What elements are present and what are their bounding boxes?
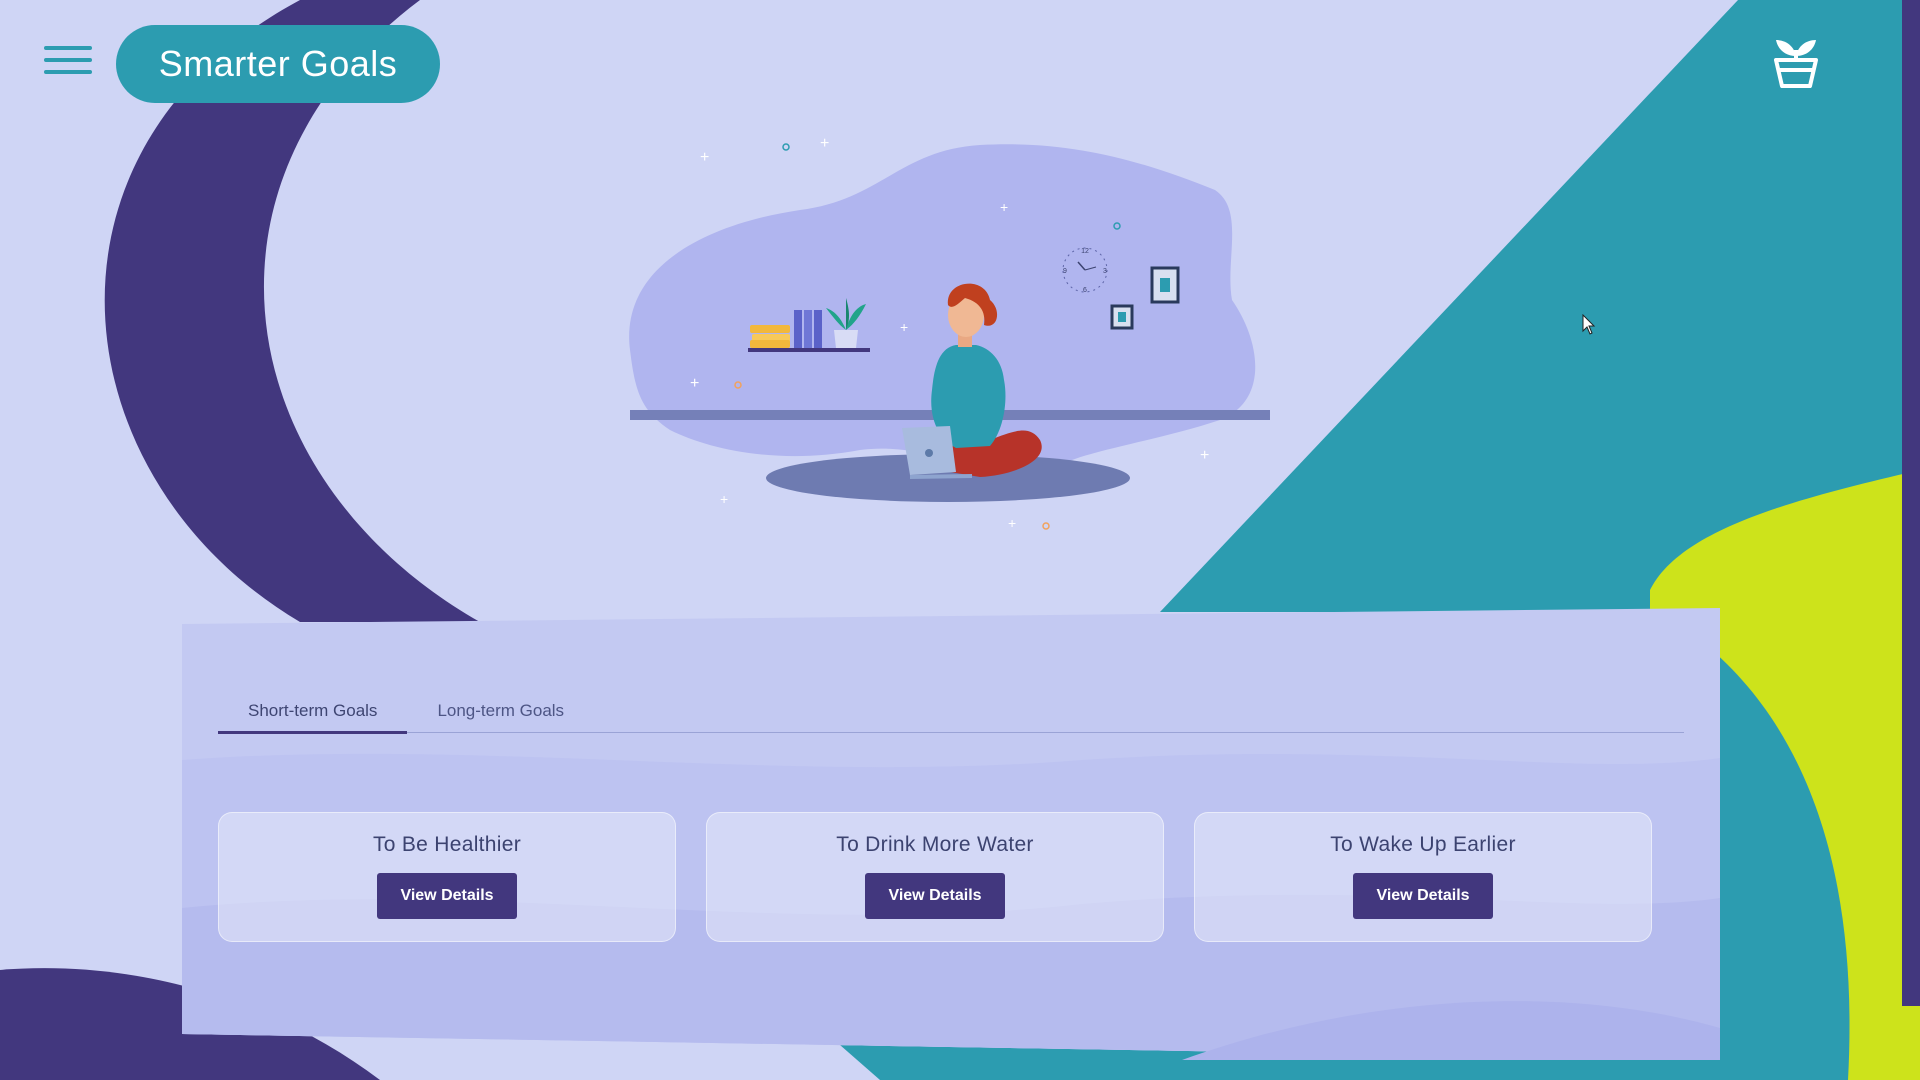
svg-text:+: + (820, 135, 829, 152)
tab-long-term-goals[interactable]: Long-term Goals (407, 690, 594, 732)
svg-text:+: + (700, 149, 709, 166)
hamburger-menu-icon[interactable] (44, 46, 92, 82)
clock-12: 12 (1081, 248, 1089, 255)
clock-9: 9 (1063, 268, 1067, 275)
menu-line (44, 70, 92, 74)
right-edge-bar (1902, 0, 1920, 1006)
view-details-button[interactable]: View Details (377, 873, 517, 919)
svg-text:+: + (900, 319, 908, 335)
potted-plant-icon[interactable] (1770, 34, 1822, 90)
goals-panel: Short-term Goals Long-term Goals To Be H… (182, 608, 1720, 1060)
view-details-button[interactable]: View Details (1353, 873, 1493, 919)
mouse-cursor-icon (1582, 314, 1596, 335)
goal-title: To Wake Up Earlier (1330, 833, 1516, 856)
tab-short-term-goals[interactable]: Short-term Goals (218, 690, 408, 734)
goal-card: To Be Healthier View Details (218, 812, 676, 942)
goal-card: To Wake Up Earlier View Details (1194, 812, 1652, 942)
svg-text:+: + (690, 375, 699, 392)
goal-tabs: Short-term Goals Long-term Goals (218, 690, 1684, 734)
app-title[interactable]: Smarter Goals (116, 25, 440, 103)
clock-3: 3 (1103, 268, 1107, 275)
svg-text:+: + (1000, 199, 1008, 215)
view-details-button[interactable]: View Details (865, 873, 1005, 919)
goal-cards: To Be Healthier View Details To Drink Mo… (218, 812, 1652, 942)
goal-title: To Be Healthier (372, 833, 522, 856)
menu-line (44, 46, 92, 50)
svg-text:+: + (720, 491, 728, 507)
clock-6: 6 (1083, 287, 1087, 294)
wall-shelf (748, 348, 870, 352)
svg-text:+: + (1008, 515, 1016, 531)
woman-with-laptop-illustration: 12 3 6 9 + + + + + + + + (629, 135, 1270, 531)
goal-title: To Drink More Water (836, 833, 1034, 856)
goal-card: To Drink More Water View Details (706, 812, 1164, 942)
menu-line (44, 58, 92, 62)
svg-text:+: + (1200, 447, 1209, 464)
